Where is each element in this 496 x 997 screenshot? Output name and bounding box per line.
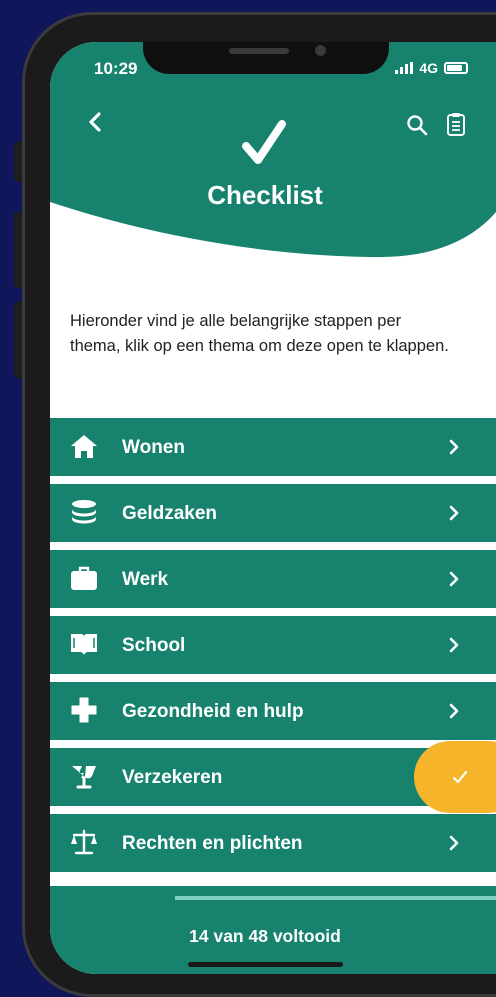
chevron-right-icon xyxy=(449,505,459,521)
status-time: 10:29 xyxy=(94,59,138,78)
theme-label: School xyxy=(122,635,186,656)
intro-text: Hieronder vind je alle belangrijke stapp… xyxy=(70,311,449,355)
notch xyxy=(143,42,389,74)
chevron-right-icon xyxy=(449,835,459,851)
theme-item-wonen[interactable]: Wonen xyxy=(50,418,496,476)
theme-item-rechten[interactable]: Rechten en plichten xyxy=(50,814,496,872)
home-indicator[interactable] xyxy=(188,962,343,967)
completed-badge xyxy=(414,741,496,813)
network-type: 4G xyxy=(419,60,438,76)
theme-item-verzekeren[interactable]: Verzekeren xyxy=(50,741,496,813)
medical-cross-icon xyxy=(71,697,97,723)
book-icon xyxy=(71,634,97,655)
header: 10:29 4G Checklist xyxy=(50,42,496,272)
checkmark-logo-icon xyxy=(242,120,286,164)
scales-icon xyxy=(71,829,97,855)
speaker xyxy=(229,48,289,54)
progress-footer: 14 van 48 voltooid xyxy=(50,886,496,974)
search-button[interactable] xyxy=(406,114,428,136)
theme-label: Geldzaken xyxy=(122,503,218,524)
theme-label: Werk xyxy=(122,569,169,590)
status-indicators: 4G xyxy=(395,60,468,76)
theme-label: Rechten en plichten xyxy=(122,833,303,854)
theme-label: Verzekeren xyxy=(122,767,223,788)
signal-icon xyxy=(395,62,414,74)
briefcase-icon xyxy=(71,566,97,590)
theme-label: Wonen xyxy=(122,437,185,458)
umbrella-icon xyxy=(72,766,96,789)
chevron-right-icon xyxy=(449,571,459,587)
battery-icon xyxy=(444,62,468,74)
back-button[interactable] xyxy=(84,110,108,134)
theme-item-school[interactable]: School xyxy=(50,616,496,674)
coins-icon xyxy=(72,500,96,524)
page-title: Checklist xyxy=(207,180,323,210)
camera xyxy=(315,45,326,56)
theme-item-werk[interactable]: Werk xyxy=(50,550,496,608)
progress-text: 14 van 48 voltooid xyxy=(189,926,341,946)
app-screen: 10:29 4G Checklist Hieronder vind je all… xyxy=(50,42,496,974)
house-icon xyxy=(71,435,97,458)
chevron-right-icon xyxy=(449,637,459,653)
chevron-right-icon xyxy=(449,703,459,719)
theme-item-geldzaken[interactable]: Geldzaken xyxy=(50,484,496,542)
clipboard-button[interactable] xyxy=(446,112,466,136)
progress-bar xyxy=(175,896,496,900)
theme-label: Gezondheid en hulp xyxy=(122,701,304,722)
check-icon xyxy=(452,770,468,784)
chevron-right-icon xyxy=(449,439,459,455)
theme-item-gezondheid[interactable]: Gezondheid en hulp xyxy=(50,682,496,740)
